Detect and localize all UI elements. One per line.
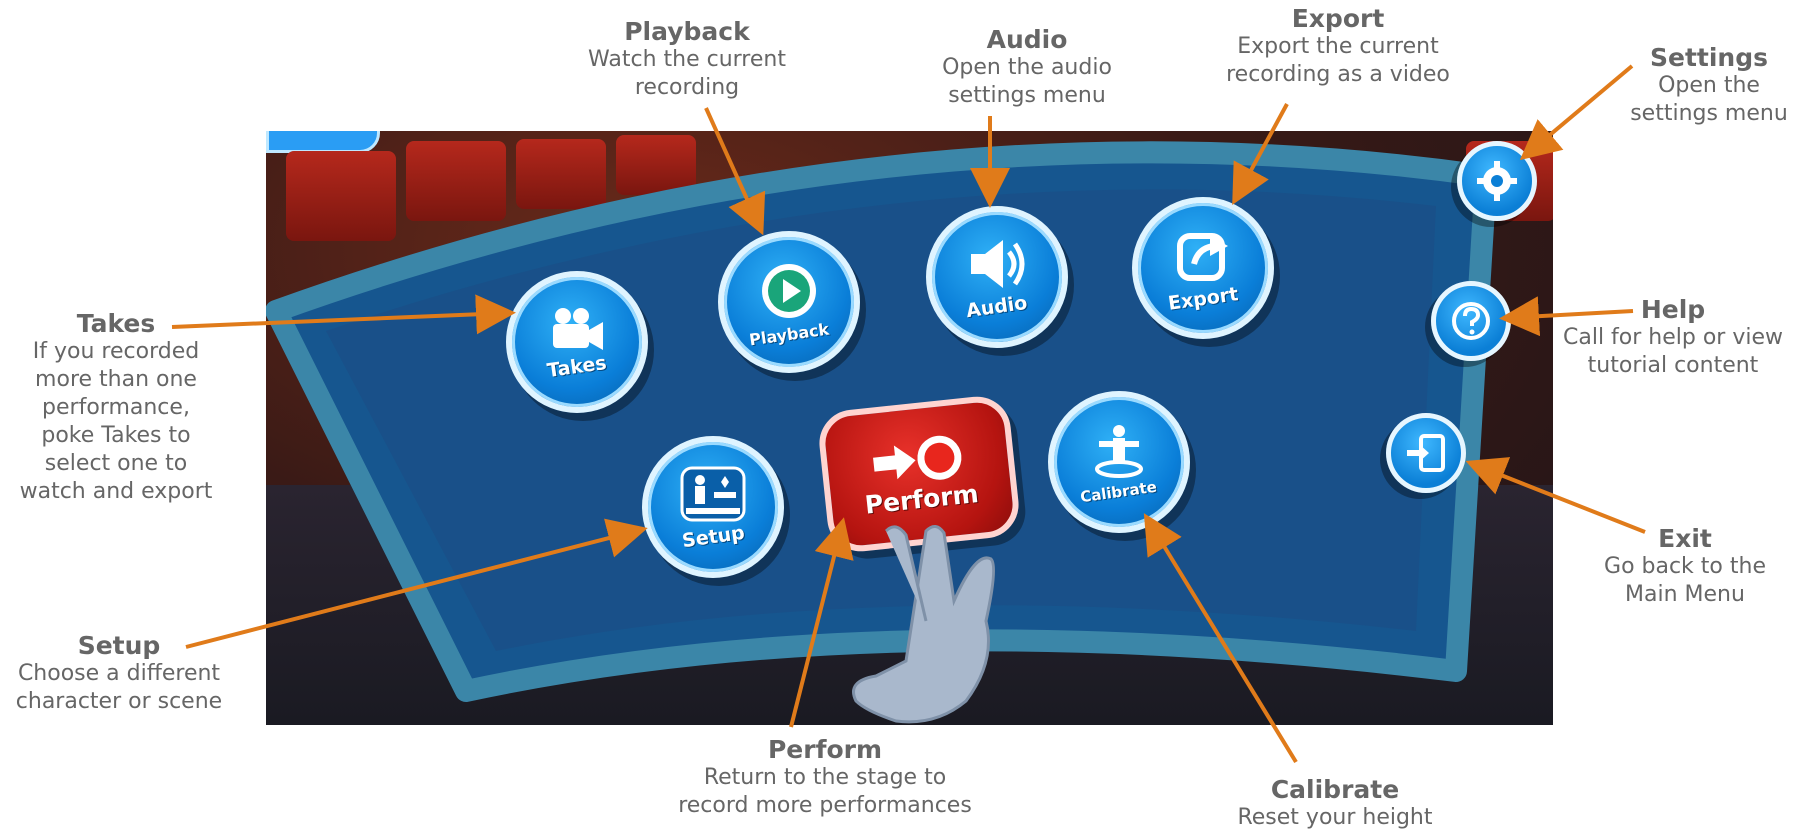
annotation-perform: Perform Return to the stage to record mo… (650, 736, 1000, 820)
annotation-title: Calibrate (1270, 775, 1400, 804)
annotation-line: Call for help or view (1562, 325, 1783, 350)
annotation-line: If you recorded (32, 339, 200, 364)
annotation-line: Choose a different (17, 661, 221, 686)
annotation-help: Help Call for help or view tutorial cont… (1544, 296, 1802, 380)
annotation-line: Watch the current (588, 47, 786, 72)
annotation-line: recording as a video (1226, 62, 1450, 87)
annotation-line: select one to (44, 451, 188, 476)
annotation-title: Setup (77, 631, 161, 660)
annotation-title: Exit (1658, 524, 1712, 553)
annotation-title: Settings (1649, 43, 1768, 72)
annotation-takes: Takes If you recorded more than one perf… (0, 310, 232, 506)
annotation-title: Export (1291, 4, 1385, 33)
annotation-line: poke Takes to (41, 423, 191, 448)
annotation-calibrate: Calibrate Reset your height (1200, 776, 1470, 832)
annotation-playback: Playback Watch the current recording (560, 18, 814, 102)
annotation-setup: Setup Choose a different character or sc… (0, 632, 238, 716)
annotation-export: Export Export the current recording as a… (1193, 5, 1483, 89)
annotation-line: Return to the stage to (703, 765, 947, 790)
annotation-line: Main Menu (1625, 582, 1745, 607)
annotation-line: character or scene (15, 689, 223, 714)
annotation-line: settings menu (1630, 101, 1788, 126)
annotation-line: recording (634, 75, 740, 100)
annotation-settings: Settings Open the settings menu (1614, 44, 1802, 128)
annotation-line: more than one (35, 367, 197, 392)
annotation-line: Open the (1658, 73, 1760, 98)
annotation-line: watch and export (19, 479, 213, 504)
annotation-line: Go back to the (1604, 554, 1766, 579)
annotation-exit: Exit Go back to the Main Menu (1570, 525, 1800, 609)
annotation-line: Export the current (1237, 34, 1439, 59)
callout-arrows (171, 64, 1646, 764)
annotation-title: Help (1640, 295, 1706, 324)
annotation-title: Perform (767, 735, 883, 764)
annotation-line: Open the audio (942, 55, 1112, 80)
annotation-audio: Audio Open the audio settings menu (900, 26, 1154, 110)
annotation-line: tutorial content (1587, 353, 1759, 378)
annotation-line: settings menu (948, 83, 1106, 108)
annotation-title: Takes (76, 309, 156, 338)
annotation-title: Playback (624, 17, 750, 46)
annotation-line: Reset your height (1237, 805, 1433, 830)
annotation-line: performance, (42, 395, 190, 420)
annotation-line: record more performances (678, 793, 972, 818)
annotation-title: Audio (986, 25, 1068, 54)
